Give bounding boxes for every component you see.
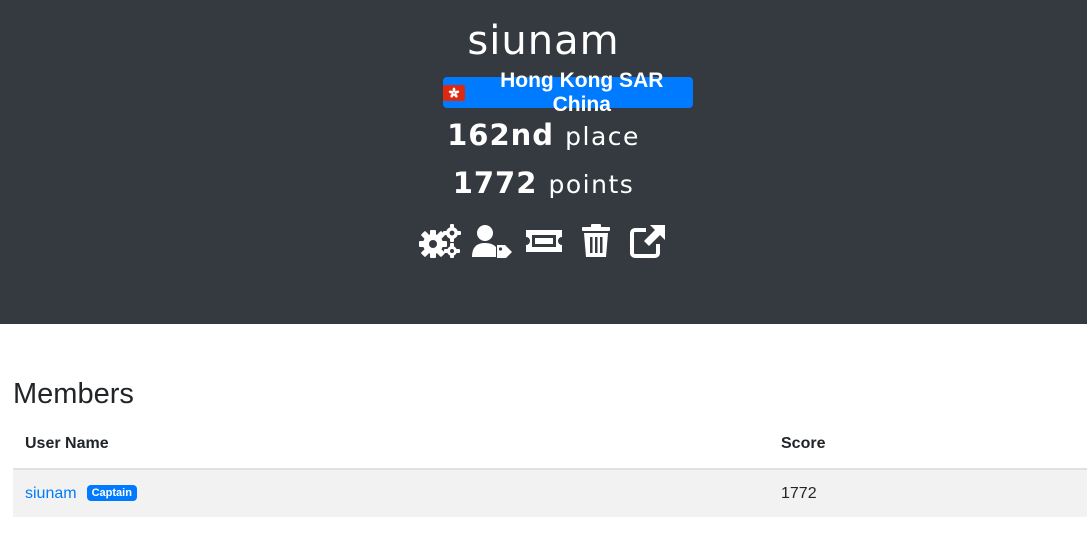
members-table: User Name Score siunam Captain 1772 [13, 420, 1087, 517]
place-value: 162nd [447, 118, 555, 152]
user-link[interactable]: siunam [25, 485, 77, 502]
trash-icon[interactable] [574, 222, 618, 260]
settings-icon[interactable] [418, 222, 462, 260]
team-points: 1772 points [0, 166, 1087, 200]
user-name-cell: siunam Captain [13, 469, 769, 517]
table-row: siunam Captain 1772 [13, 469, 1087, 517]
user-tag-icon[interactable] [470, 222, 514, 260]
column-header-user-name: User Name [13, 420, 769, 470]
place-unit: place [565, 122, 640, 151]
country-badge: Hong Kong SAR China [443, 69, 693, 116]
captain-badge: Captain [86, 484, 137, 501]
points-value: 1772 [452, 166, 538, 200]
table-header-row: User Name Score [13, 420, 1087, 470]
team-name: siunam [467, 18, 620, 64]
members-title: Members [13, 378, 134, 410]
column-header-score: Score [769, 420, 1087, 470]
country-name: Hong Kong SAR China [500, 68, 664, 116]
team-actions [0, 222, 1087, 260]
external-link-icon[interactable] [626, 222, 670, 260]
ticket-icon[interactable] [522, 222, 566, 260]
hong-kong-flag-icon [443, 84, 465, 101]
team-place: 162nd place [0, 118, 1087, 152]
team-header: siunam Hong Kong SAR China 162nd place 1… [0, 0, 1087, 324]
score-cell: 1772 [769, 469, 1087, 517]
points-unit: points [548, 170, 635, 199]
